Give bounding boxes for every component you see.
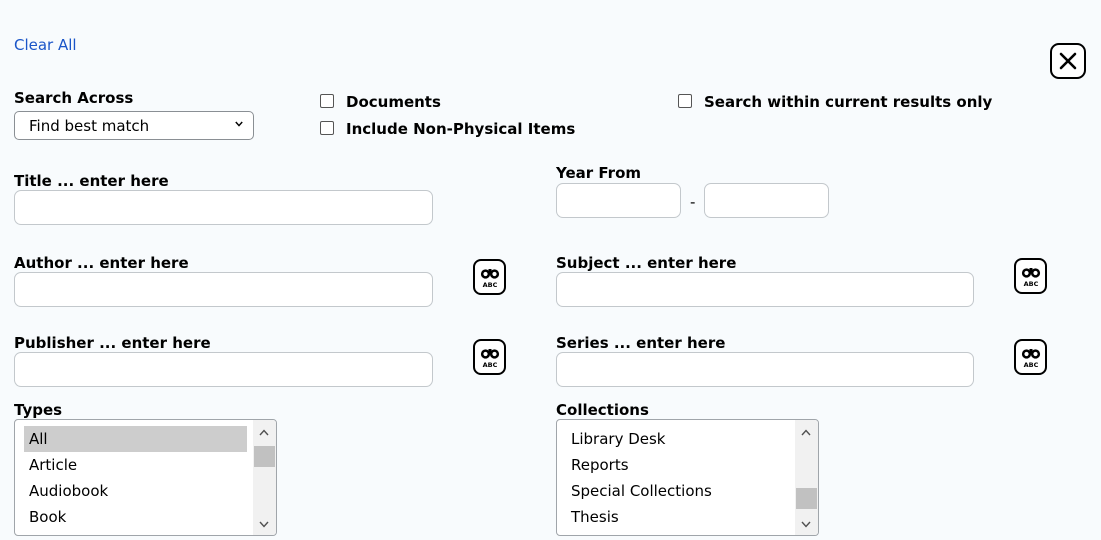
series-label: Series ... enter here bbox=[556, 334, 726, 352]
subject-input[interactable] bbox=[556, 272, 974, 307]
search-across-label: Search Across bbox=[14, 89, 134, 107]
publisher-input[interactable] bbox=[14, 352, 433, 387]
list-item[interactable]: Reports bbox=[566, 452, 789, 478]
search-across-select[interactable]: Find best match bbox=[14, 111, 254, 140]
year-from-label: Year From bbox=[556, 164, 642, 182]
search-across-value: Find best match bbox=[29, 116, 150, 135]
publisher-browse-button[interactable]: ABC bbox=[473, 339, 506, 375]
binoculars-icon: ABC bbox=[1021, 268, 1040, 288]
chevron-up-icon bbox=[801, 429, 811, 436]
year-separator: - bbox=[690, 193, 696, 211]
list-item[interactable]: All bbox=[24, 426, 247, 452]
series-input[interactable] bbox=[556, 352, 974, 387]
browse-abc-text: ABC bbox=[1023, 280, 1038, 288]
browse-abc-text: ABC bbox=[482, 281, 497, 289]
binoculars-icon: ABC bbox=[480, 269, 499, 289]
list-item[interactable]: Book bbox=[24, 504, 247, 530]
chevron-down-icon bbox=[801, 521, 811, 528]
close-button[interactable] bbox=[1050, 43, 1086, 79]
author-input[interactable] bbox=[14, 272, 433, 307]
author-browse-button[interactable]: ABC bbox=[473, 259, 506, 295]
collections-scrollbar[interactable] bbox=[795, 420, 818, 535]
documents-label: Documents bbox=[346, 93, 441, 111]
browse-abc-text: ABC bbox=[1023, 361, 1038, 369]
chevron-up-icon bbox=[259, 429, 269, 436]
close-icon bbox=[1059, 52, 1077, 70]
non-physical-label: Include Non-Physical Items bbox=[346, 120, 576, 138]
scroll-thumb[interactable] bbox=[796, 488, 817, 509]
title-label: Title ... enter here bbox=[14, 172, 169, 190]
list-item[interactable]: Library Desk bbox=[566, 426, 789, 452]
within-results-label: Search within current results only bbox=[704, 93, 993, 111]
author-label: Author ... enter here bbox=[14, 254, 189, 272]
list-item[interactable]: Audiobook bbox=[24, 478, 247, 504]
types-label: Types bbox=[14, 401, 63, 419]
binoculars-icon: ABC bbox=[1021, 349, 1040, 369]
collections-label: Collections bbox=[556, 401, 649, 419]
binoculars-icon: ABC bbox=[480, 349, 499, 369]
list-item[interactable]: Article bbox=[24, 452, 247, 478]
list-item[interactable]: Thesis bbox=[566, 504, 789, 530]
clear-all-link[interactable]: Clear All bbox=[14, 36, 77, 54]
series-browse-button[interactable]: ABC bbox=[1014, 339, 1047, 375]
subject-browse-button[interactable]: ABC bbox=[1014, 258, 1047, 294]
chevron-down-icon bbox=[259, 521, 269, 528]
types-scrollbar[interactable] bbox=[253, 420, 276, 535]
publisher-label: Publisher ... enter here bbox=[14, 334, 211, 352]
title-input[interactable] bbox=[14, 190, 433, 225]
documents-checkbox[interactable] bbox=[320, 94, 334, 108]
year-to-input[interactable] bbox=[704, 183, 829, 218]
within-results-checkbox[interactable] bbox=[678, 94, 692, 108]
list-item[interactable]: Special Collections bbox=[566, 478, 789, 504]
subject-label: Subject ... enter here bbox=[556, 254, 737, 272]
year-from-input[interactable] bbox=[556, 183, 681, 218]
chevron-down-icon bbox=[235, 121, 243, 127]
scroll-thumb[interactable] bbox=[254, 446, 275, 467]
browse-abc-text: ABC bbox=[482, 361, 497, 369]
non-physical-checkbox[interactable] bbox=[320, 121, 334, 135]
types-listbox[interactable]: All Article Audiobook Book bbox=[14, 419, 277, 536]
collections-listbox[interactable]: Library Desk Reports Special Collections… bbox=[556, 419, 819, 536]
